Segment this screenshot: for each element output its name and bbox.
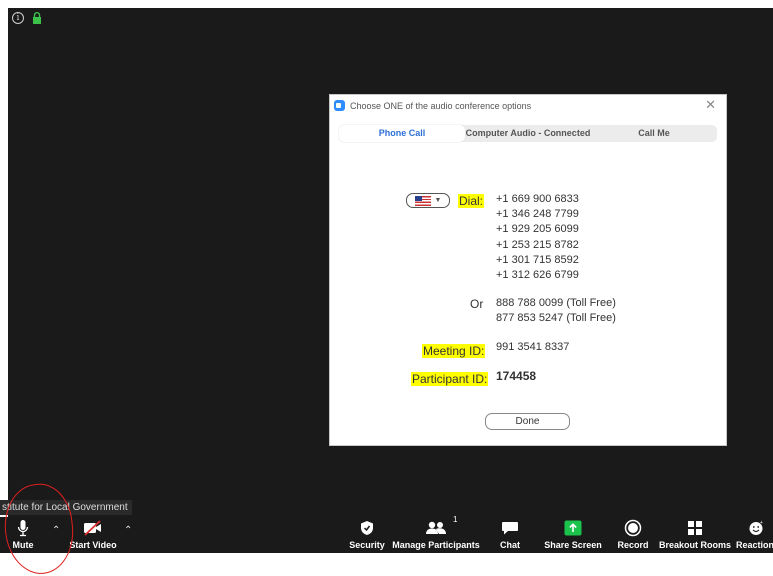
participant-count: 1 (453, 515, 458, 524)
dial-number: +1 301 715 8592 (496, 253, 579, 266)
share-screen-icon (564, 517, 582, 539)
us-flag-icon (414, 195, 431, 206)
dialog-title-bar: Choose ONE of the audio conference optio… (334, 100, 531, 111)
video-options-chevron-icon[interactable]: ⌃ (124, 525, 132, 536)
lock-icon[interactable] (32, 12, 42, 24)
dial-label-wrap: Dial: (458, 194, 485, 208)
breakout-rooms-icon (687, 517, 703, 539)
dial-number: +1 669 900 6833 (496, 193, 579, 205)
dial-number: +1 312 626 6799 (496, 269, 579, 282)
meeting-id-label-wrap: Meeting ID: (422, 344, 486, 358)
tab-call-me[interactable]: Call Me (591, 125, 717, 142)
audio-tabs: Phone Call Computer Audio - Connected Ca… (339, 125, 717, 142)
dial-numbers: +1 669 900 6833 +1 346 248 7799 +1 929 2… (496, 192, 579, 283)
share-screen-button[interactable]: Share Screen (544, 517, 602, 553)
info-icon[interactable]: i (12, 12, 24, 24)
chevron-down-icon: ▼ (434, 197, 442, 204)
dial-number: +1 929 205 6099 (496, 223, 579, 236)
breakout-rooms-button[interactable]: Breakout Rooms (659, 517, 732, 553)
record-icon (624, 517, 642, 539)
security-label: Security (349, 540, 385, 550)
meeting-id-value: 991 3541 8337 (496, 341, 570, 353)
close-icon[interactable]: ✕ (705, 97, 716, 113)
start-video-label: Start Video (69, 540, 117, 550)
reactions-button[interactable]: + Reactions (736, 517, 773, 553)
manage-participants-label: Manage Participants (392, 540, 480, 550)
security-button[interactable]: Security (349, 517, 385, 553)
share-screen-label: Share Screen (544, 540, 602, 550)
reactions-label: Reactions (736, 540, 773, 550)
breakout-rooms-label: Breakout Rooms (659, 540, 732, 550)
audio-options-dialog: Choose ONE of the audio conference optio… (329, 94, 727, 446)
meeting-id-label: Meeting ID: (422, 344, 486, 358)
start-video-button[interactable]: Start Video (66, 517, 120, 553)
shield-icon (360, 517, 374, 539)
chat-icon (501, 517, 519, 539)
dial-number: +1 346 248 7799 (496, 208, 579, 221)
participant-id-label-wrap: Participant ID: (411, 372, 489, 386)
tab-phone-call[interactable]: Phone Call (339, 125, 465, 142)
smiley-icon: + (736, 517, 764, 539)
chat-button[interactable]: Chat (497, 517, 523, 553)
done-button[interactable]: Done (485, 413, 570, 430)
meeting-top-icons: i (12, 12, 42, 24)
tab-computer-audio[interactable]: Computer Audio - Connected (465, 125, 591, 142)
country-select[interactable]: ▼ (406, 193, 450, 208)
participant-id-value: 174458 (496, 369, 537, 383)
or-label: Or (470, 297, 484, 311)
record-button[interactable]: Record (617, 517, 649, 553)
participant-id-label: Participant ID: (411, 372, 489, 386)
dial-number: +1 253 215 8782 (496, 238, 579, 251)
toll-free-numbers: 888 788 0099 (Toll Free) 877 853 5247 (T… (496, 296, 616, 326)
video-off-icon (83, 517, 103, 539)
dialog-title: Choose ONE of the audio conference optio… (350, 100, 532, 111)
chat-label: Chat (500, 540, 520, 550)
toll-free-number: 877 853 5247 (Toll Free) (496, 312, 616, 325)
meeting-toolbar: Mute ⌃ Start Video ⌃ Security 1 Manage P… (0, 515, 773, 553)
toll-free-number: 888 788 0099 (Toll Free) (496, 297, 616, 309)
manage-participants-button[interactable]: 1 Manage Participants (392, 515, 480, 553)
svg-text:+: + (760, 520, 763, 526)
participants-icon: 1 (425, 515, 457, 539)
screenshot-stage: i Choose ONE of the audio conference opt… (0, 0, 773, 576)
record-label: Record (617, 540, 649, 550)
zoom-logo-icon (334, 100, 345, 111)
dial-label: Dial: (458, 194, 485, 208)
